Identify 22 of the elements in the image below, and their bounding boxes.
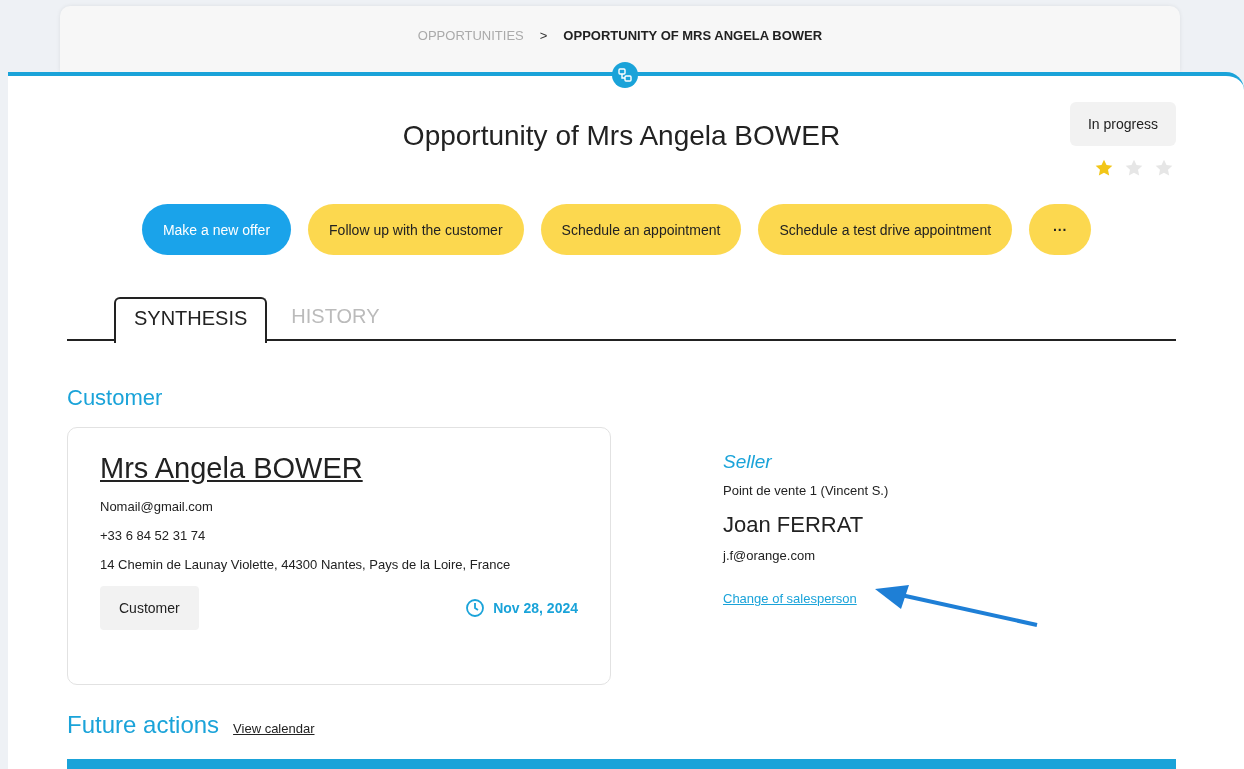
customer-address: 14 Chemin de Launay Violette, 44300 Nantes, Pays de la Loire, France bbox=[100, 557, 512, 572]
breadcrumb-separator: > bbox=[539, 27, 548, 43]
customer-tag: Customer bbox=[100, 586, 199, 630]
status-badge: In progress bbox=[1069, 102, 1176, 146]
more-button[interactable]: ··· bbox=[1029, 204, 1092, 255]
breadcrumb-item: OPPORTUNITY OF MRS ANGELA BOWER bbox=[563, 27, 823, 43]
seller-heading: Seller bbox=[723, 451, 773, 473]
seller-email: j.f@orange.com bbox=[723, 548, 816, 563]
customer-phone: +33 6 84 52 31 74 bbox=[100, 528, 207, 543]
page-title: Opportunity of Mrs Angela BOWER bbox=[402, 120, 841, 153]
action-button[interactable]: Follow up with the customer bbox=[308, 204, 524, 255]
customer-email: Nomail@gmail.com bbox=[100, 499, 214, 514]
seller-name: Joan FERRAT bbox=[723, 512, 865, 538]
customer-name[interactable]: Mrs Angela BOWER bbox=[100, 452, 363, 485]
point-of-sale: Point de vente 1 (Vincent S.) bbox=[723, 483, 889, 498]
action-button[interactable]: Schedule a test drive appointment bbox=[758, 204, 1013, 255]
date-text: Nov 28, 2024 bbox=[493, 600, 578, 616]
section-heading: Future actions bbox=[67, 711, 220, 739]
action-button[interactable]: Schedule an appointment bbox=[540, 204, 742, 255]
tab[interactable]: SYNTHESIS bbox=[114, 297, 268, 343]
view-calendar-link[interactable]: View calendar bbox=[233, 721, 315, 736]
section-heading: Customer bbox=[67, 385, 164, 411]
